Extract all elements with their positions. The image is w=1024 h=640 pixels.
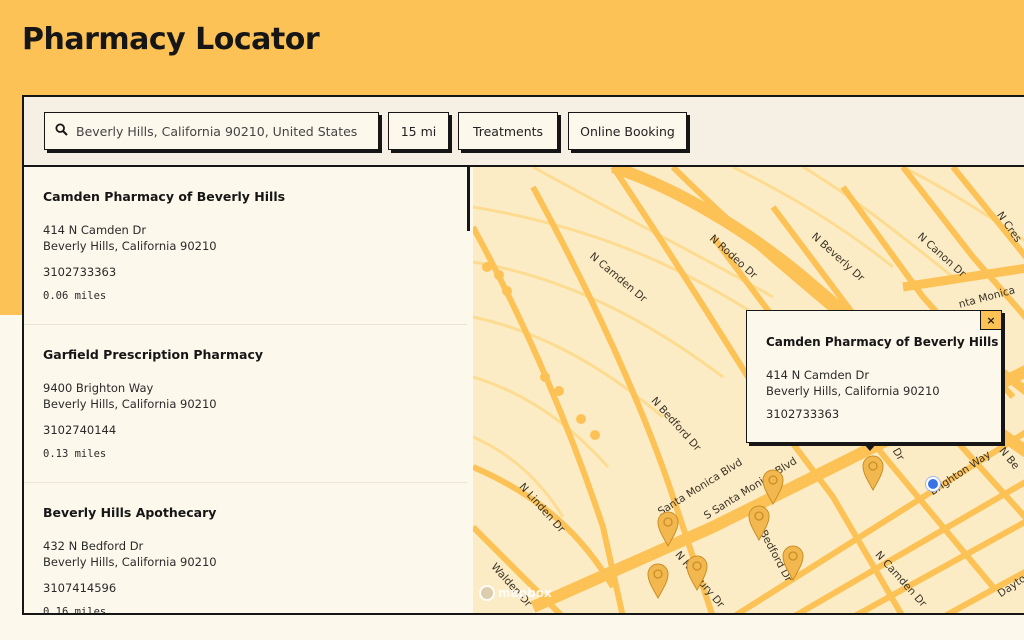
map-pin-icon[interactable] [762, 469, 784, 506]
result-card[interactable]: Beverly Hills Apothecary 432 N Bedford D… [24, 483, 467, 615]
map-view[interactable]: N Camden Dr N Rodeo Dr N Beverly Dr N Ca… [473, 167, 1024, 613]
results-list[interactable]: Camden Pharmacy of Beverly Hills 414 N C… [24, 167, 470, 615]
phone-number[interactable]: 3102733363 [43, 265, 116, 279]
radius-filter-button[interactable]: 15 mi [388, 112, 449, 150]
map-pin-icon[interactable] [782, 545, 804, 582]
pharmacy-name[interactable]: Beverly Hills Apothecary [43, 505, 216, 520]
mapbox-logo-icon [479, 585, 495, 601]
address-line2: Beverly Hills, California 90210 [43, 397, 217, 411]
address-line1: 9400 Brighton Way [43, 381, 154, 395]
address-line2: Beverly Hills, California 90210 [43, 555, 217, 569]
popup-phone-number[interactable]: 3102733363 [766, 407, 839, 421]
search-toolbar: 15 mi Treatments Online Booking [24, 97, 1024, 167]
result-card[interactable]: Garfield Prescription Pharmacy 9400 Brig… [24, 325, 467, 483]
mapbox-logo[interactable]: mapbox [479, 585, 552, 601]
distance: 0.16 miles [43, 606, 107, 615]
distance: 0.13 miles [43, 448, 107, 460]
page-title: Pharmacy Locator [22, 22, 320, 57]
scrollbar-thumb[interactable] [467, 167, 470, 231]
map-pin-icon[interactable] [748, 505, 770, 542]
popup-pharmacy-name: Camden Pharmacy of Beverly Hills [766, 335, 999, 349]
popup-pointer [863, 443, 877, 451]
address-line1: 432 N Bedford Dr [43, 539, 144, 553]
online-booking-filter-button[interactable]: Online Booking [568, 112, 687, 150]
close-icon[interactable]: × [980, 310, 1002, 330]
address-line2: Beverly Hills, California 90210 [43, 239, 217, 253]
map-pin-icon[interactable] [862, 455, 884, 492]
pharmacy-name[interactable]: Camden Pharmacy of Beverly Hills [43, 189, 285, 204]
phone-number[interactable]: 3107414596 [43, 581, 116, 595]
pharmacy-name[interactable]: Garfield Prescription Pharmacy [43, 347, 263, 362]
search-box[interactable] [44, 112, 379, 150]
treatments-filter-button[interactable]: Treatments [458, 112, 558, 150]
popup-address-line2: Beverly Hills, California 90210 [766, 384, 940, 398]
address-line1: 414 N Camden Dr [43, 223, 147, 237]
user-location-icon [926, 477, 940, 491]
map-pin-icon[interactable] [657, 511, 679, 548]
map-pin-icon[interactable] [647, 563, 669, 600]
popup-address-line1: 414 N Camden Dr [766, 368, 870, 382]
location-search-input[interactable] [76, 123, 366, 139]
pharmacy-locator: 15 mi Treatments Online Booking Camden P… [22, 95, 1024, 615]
phone-number[interactable]: 3102740144 [43, 423, 116, 437]
search-icon [55, 123, 68, 139]
map-pin-icon[interactable] [686, 555, 708, 592]
result-card[interactable]: Camden Pharmacy of Beverly Hills 414 N C… [24, 167, 467, 325]
distance: 0.06 miles [43, 290, 107, 302]
mapbox-attribution: mapbox [498, 586, 552, 600]
pharmacy-popup: Camden Pharmacy of Beverly Hills 414 N C… [746, 310, 1002, 443]
